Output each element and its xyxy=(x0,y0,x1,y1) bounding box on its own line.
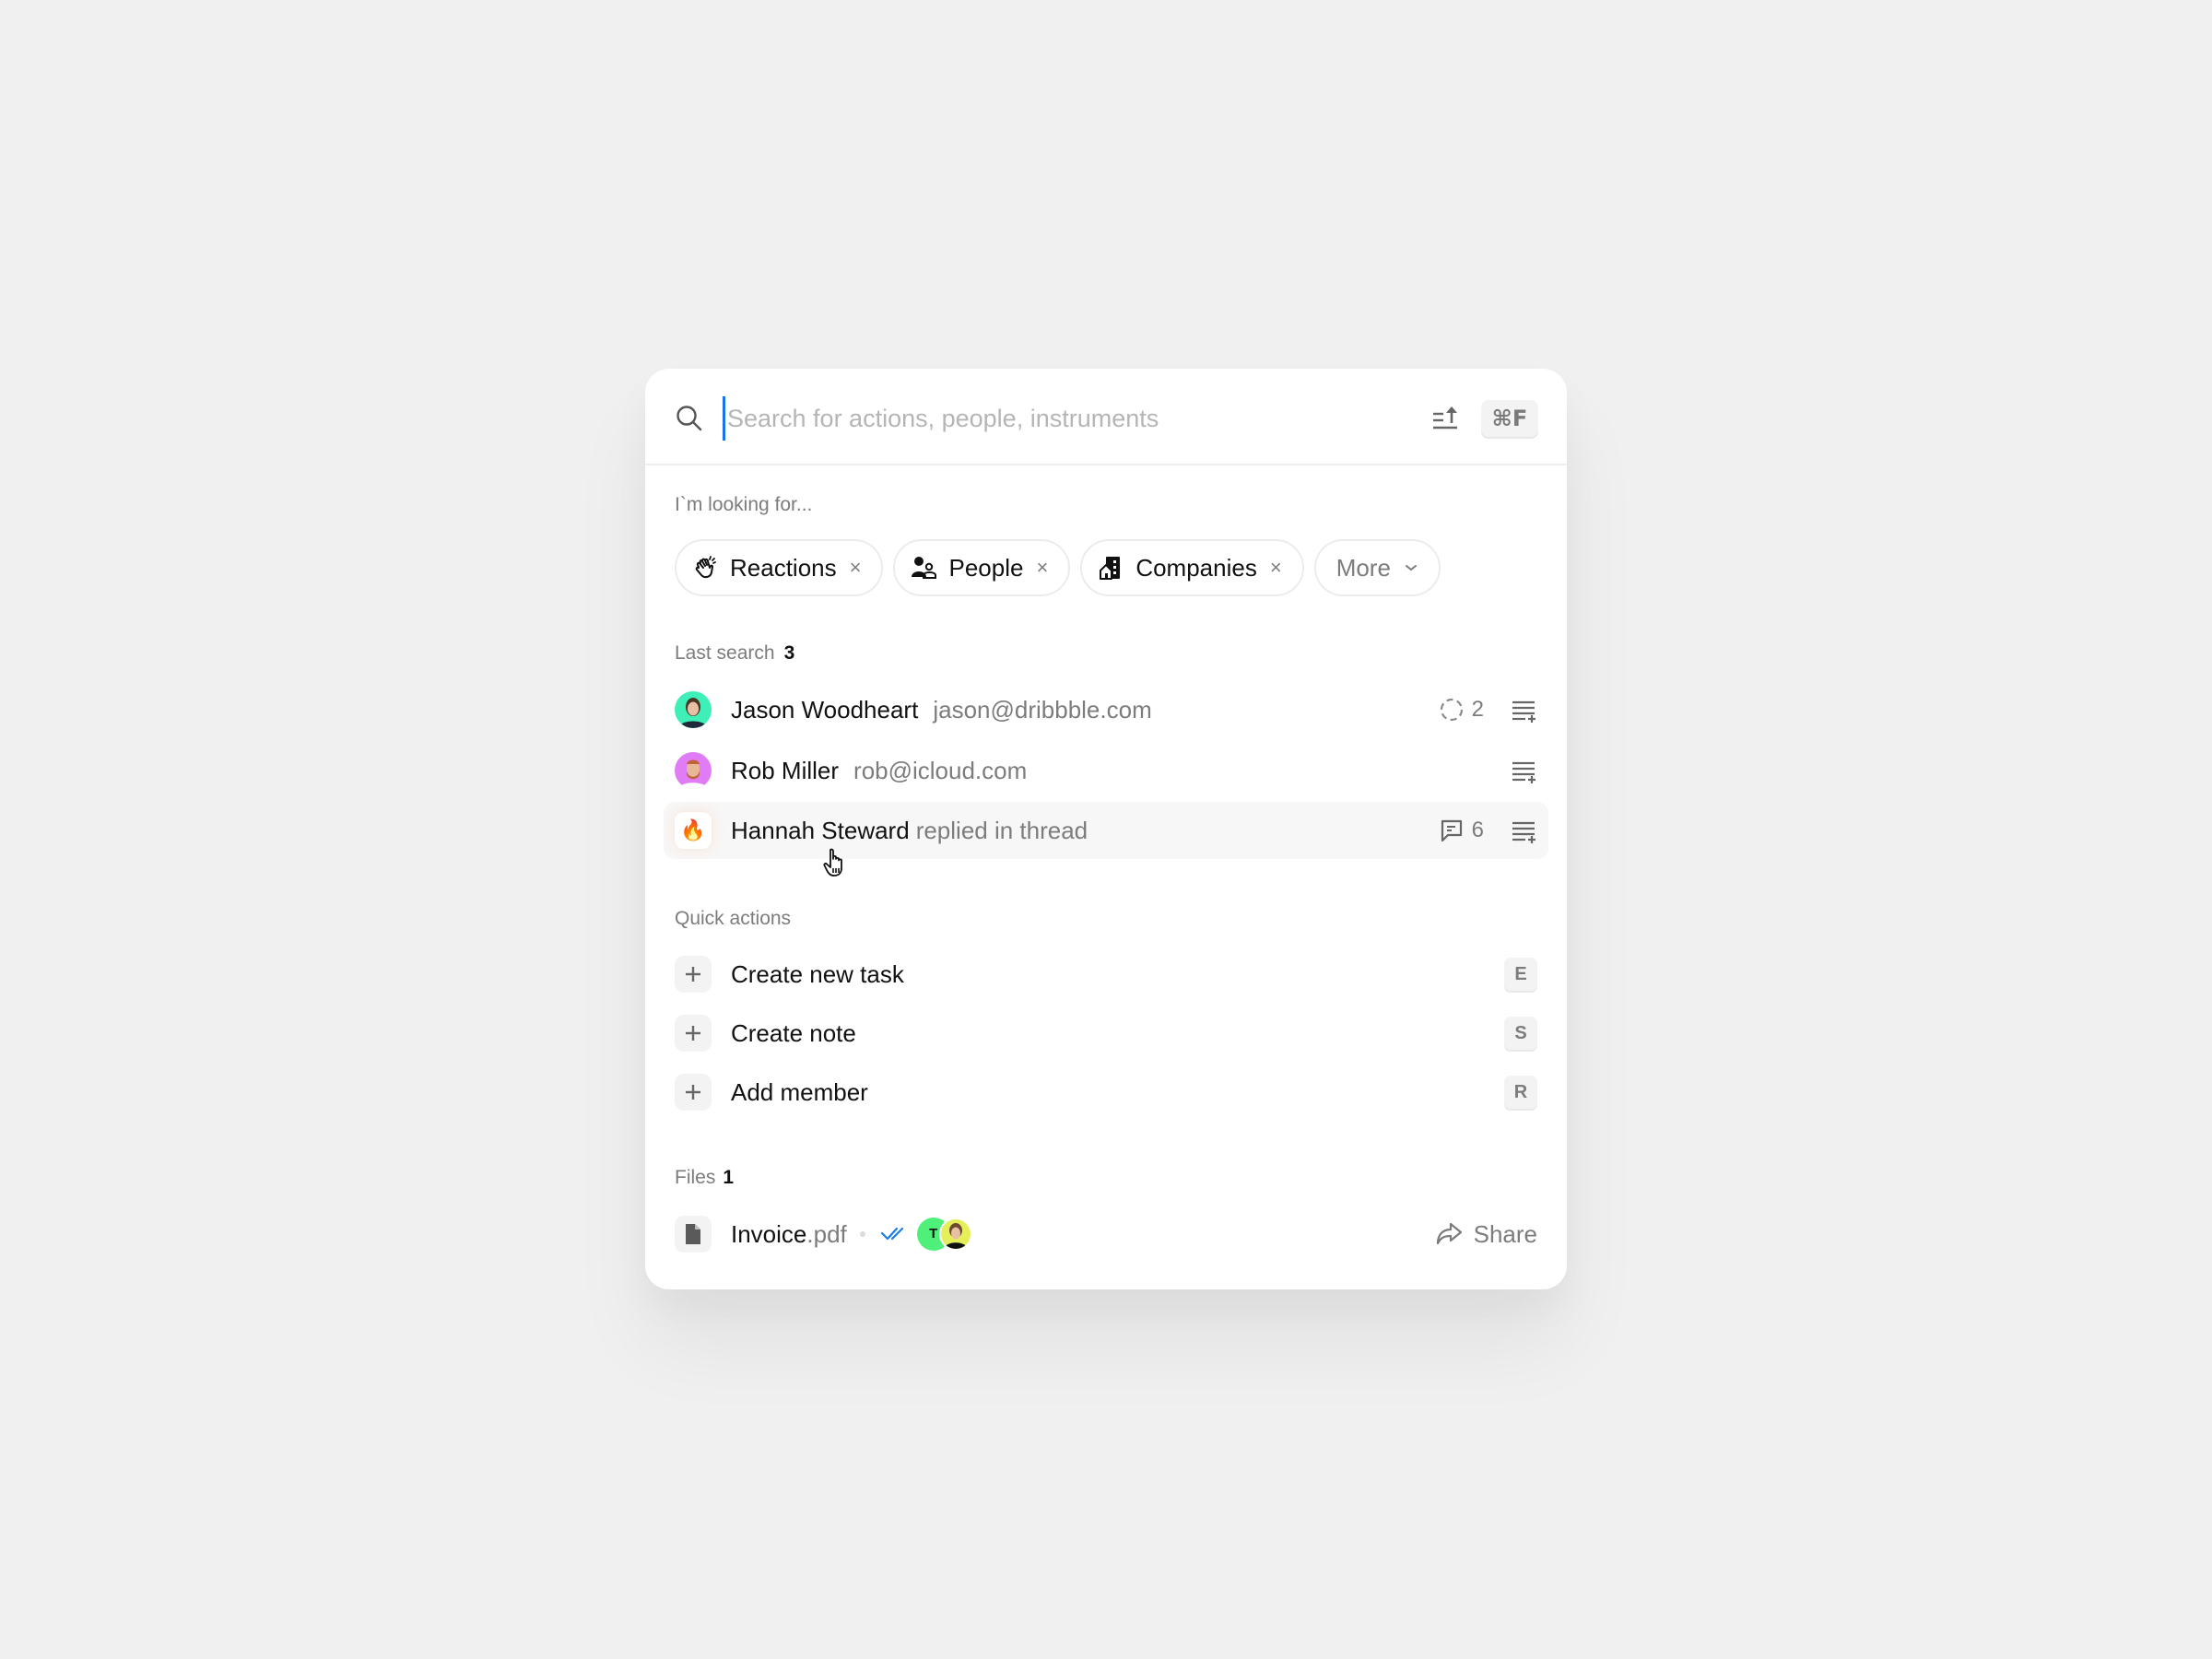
recent-search-row[interactable]: Rob Miller rob@icloud.com xyxy=(664,742,1548,799)
remove-chip-icon[interactable]: × xyxy=(850,556,862,580)
remove-chip-icon[interactable]: × xyxy=(1270,556,1282,580)
action-label: Create note xyxy=(731,1018,856,1047)
chevron-down-icon xyxy=(1405,565,1417,571)
avatar xyxy=(675,752,712,789)
file-extension: .pdf xyxy=(806,1219,847,1248)
plus-icon xyxy=(675,1015,712,1052)
add-to-list-icon[interactable] xyxy=(1510,817,1537,844)
share-button[interactable]: Share xyxy=(1435,1220,1537,1249)
file-name: Invoice.pdf xyxy=(731,1220,847,1249)
last-search-label: Last search 3 xyxy=(675,642,794,665)
quick-action-add-member[interactable]: Add member R xyxy=(664,1064,1548,1121)
avatar xyxy=(938,1218,972,1251)
row-actions: 6 xyxy=(1439,802,1537,859)
avatar xyxy=(675,691,712,728)
action-label: Create new task xyxy=(731,959,904,988)
last-search-title: Last search xyxy=(675,642,775,664)
status-count: 2 xyxy=(1439,697,1484,723)
fire-icon: 🔥 xyxy=(675,812,712,849)
recent-search-row-hovered[interactable]: 🔥 Hannah Steward replied in thread 6 xyxy=(664,802,1548,859)
more-label: More xyxy=(1335,553,1391,582)
person-email: jason@dribbble.com xyxy=(933,695,1152,724)
action-label: Add member xyxy=(731,1077,868,1106)
people-icon xyxy=(910,554,937,582)
last-search-count: 3 xyxy=(783,642,795,664)
share-label: Share xyxy=(1473,1219,1537,1248)
person-email: rob@icloud.com xyxy=(853,756,1028,784)
plus-icon xyxy=(675,1074,712,1111)
quick-action-create-note[interactable]: Create note S xyxy=(664,1005,1548,1062)
comment-count: 6 xyxy=(1439,818,1484,843)
files-title: Files xyxy=(675,1167,716,1188)
filter-chips: Reactions × People × Companies × More xyxy=(675,539,1441,596)
separator-dot xyxy=(859,1231,865,1237)
filter-chip-companies[interactable]: Companies × xyxy=(1080,539,1304,596)
file-row[interactable]: Invoice.pdf T Share xyxy=(664,1206,1548,1263)
shortcut-key: E xyxy=(1504,958,1537,991)
search-icon xyxy=(677,406,702,431)
chip-label: People xyxy=(948,553,1024,582)
activity-text: replied in thread xyxy=(915,816,1088,844)
more-filters-button[interactable]: More xyxy=(1313,539,1441,596)
filter-chip-people[interactable]: People × xyxy=(893,539,1071,596)
hand-pointer-cursor-icon xyxy=(823,848,842,877)
files-label: Files 1 xyxy=(675,1167,734,1189)
search-input[interactable] xyxy=(723,396,1386,441)
file-actions: Share xyxy=(1435,1206,1537,1263)
status-count-value: 2 xyxy=(1471,697,1484,722)
add-to-list-icon[interactable] xyxy=(1510,696,1537,724)
building-icon xyxy=(1097,554,1124,582)
search-palette: ⌘F I`m looking for... Reactions × xyxy=(645,369,1567,1289)
keyboard-shortcut-badge: ⌘F xyxy=(1481,400,1538,437)
chip-label: Reactions xyxy=(730,553,837,582)
comment-count-value: 6 xyxy=(1471,818,1484,842)
shared-with-avatars: T xyxy=(916,1218,974,1251)
chip-label: Companies xyxy=(1135,553,1257,582)
file-icon xyxy=(675,1216,712,1253)
person-name: Rob Miller xyxy=(731,756,840,784)
filters-label: I`m looking for... xyxy=(675,494,813,515)
files-count: 1 xyxy=(723,1167,735,1188)
plus-icon xyxy=(675,956,712,993)
double-check-icon xyxy=(880,1227,903,1241)
clapping-hands-icon xyxy=(691,554,719,582)
person-name: Hannah Steward xyxy=(731,816,910,844)
row-actions xyxy=(1510,742,1537,799)
person-name: Jason Woodheart xyxy=(731,695,919,724)
quick-actions-label: Quick actions xyxy=(675,908,792,929)
quick-action-create-task[interactable]: Create new task E xyxy=(664,946,1548,1003)
filter-chip-reactions[interactable]: Reactions × xyxy=(675,539,884,596)
dashed-circle-icon xyxy=(1440,698,1463,722)
remove-chip-icon[interactable]: × xyxy=(1036,556,1048,580)
recent-search-row[interactable]: Jason Woodheart jason@dribbble.com 2 xyxy=(664,681,1548,738)
search-bar: ⌘F xyxy=(645,369,1567,465)
add-to-list-icon[interactable] xyxy=(1510,757,1537,784)
comment-icon xyxy=(1441,819,1462,842)
share-icon xyxy=(1436,1222,1462,1245)
shortcut-key: R xyxy=(1504,1076,1537,1109)
shortcut-key: S xyxy=(1504,1017,1537,1050)
sort-ascending-icon[interactable] xyxy=(1430,404,1460,433)
row-actions: 2 xyxy=(1439,681,1537,738)
file-basename: Invoice xyxy=(731,1219,807,1248)
